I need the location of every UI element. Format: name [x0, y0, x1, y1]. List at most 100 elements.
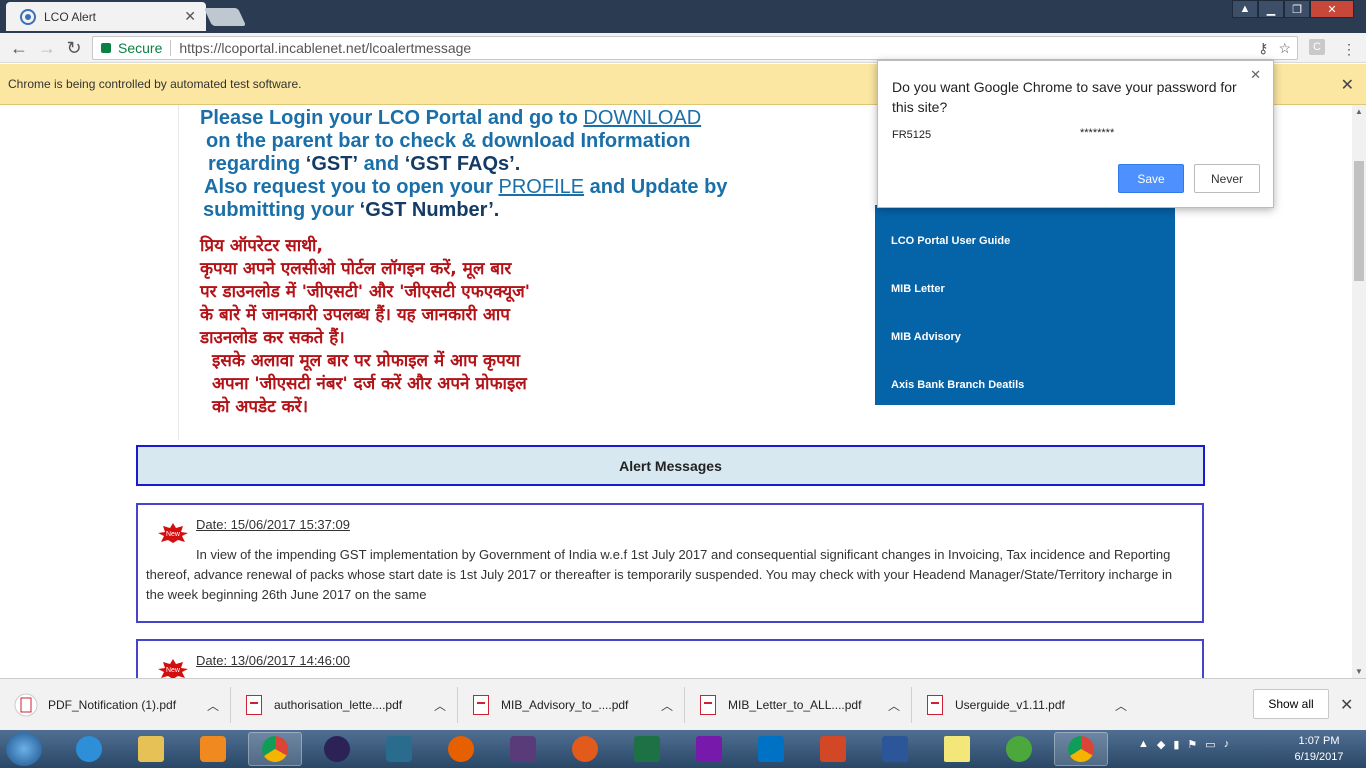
utorrent-icon[interactable] — [992, 732, 1046, 766]
link-axis-bank[interactable]: Axis Bank Branch Deatils — [891, 379, 1024, 391]
menu-icon[interactable]: ⋮ — [1342, 41, 1356, 58]
download-filename: MIB_Letter_to_ALL....pdf — [728, 698, 862, 712]
bookmark-star-icon[interactable]: ☆ — [1278, 40, 1291, 57]
lock-icon — [101, 43, 111, 53]
action-center-icon[interactable]: ⚑ — [1187, 738, 1197, 751]
onenote-icon[interactable] — [682, 732, 736, 766]
pdf-file-icon — [246, 695, 262, 715]
chrome-active-icon[interactable] — [1054, 732, 1108, 766]
banner-text: Also request you to open your — [204, 176, 499, 198]
alert-message: New Date: 13/06/2017 14:46:00 — [136, 639, 1204, 678]
show-hidden-icons-icon[interactable]: ▲ — [1138, 738, 1149, 751]
file-explorer-icon[interactable] — [124, 732, 178, 766]
window-close-button[interactable]: ✕ — [1310, 0, 1354, 18]
omnibox-separator — [170, 40, 172, 56]
tools-icon[interactable] — [558, 732, 612, 766]
forward-icon[interactable]: → — [36, 37, 58, 59]
power-icon[interactable]: ▭ — [1205, 738, 1215, 751]
tab-lco-alert[interactable]: LCO Alert ✕ — [6, 2, 206, 31]
page-scrollbar[interactable]: ▲ ▼ — [1352, 105, 1366, 678]
system-clock[interactable]: 1:07 PM 6/19/2017 — [1286, 733, 1352, 765]
link-mib-advisory[interactable]: MIB Advisory — [891, 331, 961, 343]
dialog-title: Do you want Google Chrome to save your p… — [892, 79, 1237, 115]
volume-icon[interactable]: ♪ — [1224, 738, 1230, 751]
download-filename: Userguide_v1.11.pdf — [955, 698, 1065, 712]
never-save-button[interactable]: Never — [1194, 164, 1260, 193]
hindi-line: के बारे में जानकारी उपलब्ध हैं। यह जानका… — [200, 305, 510, 325]
scroll-thumb[interactable] — [1354, 161, 1364, 281]
scroll-down-icon[interactable]: ▼ — [1355, 667, 1363, 676]
minimize-button[interactable]: ▁ — [1258, 0, 1284, 18]
back-icon[interactable]: ← — [8, 37, 30, 59]
show-all-downloads-button[interactable]: Show all — [1253, 689, 1329, 719]
powerpoint-icon[interactable] — [806, 732, 860, 766]
extension-icon[interactable]: C — [1309, 39, 1325, 55]
network-icon[interactable]: ▮ — [1173, 738, 1179, 751]
chevron-up-icon[interactable]: ︿ — [434, 697, 446, 714]
hindi-line: पर डाउनलोड में 'जीएसटी' और 'जीएसटी एफएक्… — [200, 282, 530, 302]
hindi-line: अपना 'जीएसटी नंबर' दर्ज करें और अपने प्र… — [212, 374, 527, 394]
media-player-icon[interactable] — [186, 732, 240, 766]
quick-links-panel: LCO Portal User Guide MIB Letter MIB Adv… — [875, 205, 1175, 405]
pdf-file-icon — [473, 695, 489, 715]
infobar-close-icon[interactable]: ✕ — [1341, 75, 1354, 95]
svg-text:New: New — [166, 531, 181, 538]
firefox-icon[interactable] — [434, 732, 488, 766]
outlook-icon[interactable] — [744, 732, 798, 766]
link-mib-letter[interactable]: MIB Letter — [891, 283, 945, 295]
clock-time: 1:07 PM — [1298, 735, 1340, 747]
new-badge-icon: New — [158, 659, 188, 678]
excel-icon[interactable] — [620, 732, 674, 766]
chevron-up-icon[interactable]: ︿ — [207, 697, 219, 714]
pdf-file-icon — [927, 695, 943, 715]
user-icon[interactable]: ▲ — [1232, 0, 1258, 18]
download-item[interactable]: Userguide_v1.11.pdf ︿ — [927, 679, 1127, 731]
banner-text: on the parent bar to check & download In… — [206, 130, 691, 152]
svg-text:New: New — [166, 667, 181, 674]
download-item[interactable]: MIB_Letter_to_ALL....pdf ︿ — [700, 679, 900, 731]
hindi-line: इसके अलावा मूल बार पर प्रोफाइल में आप कृ… — [212, 351, 521, 371]
banner-gst-number: ‘GST Number’. — [359, 199, 500, 221]
saved-username: FR5125 — [892, 129, 932, 141]
reload-icon[interactable]: ↻ — [63, 37, 85, 59]
chrome-icon[interactable] — [248, 732, 302, 766]
download-link[interactable]: DOWNLOAD — [583, 107, 701, 129]
download-filename: MIB_Advisory_to_....pdf — [501, 698, 629, 712]
download-item[interactable]: MIB_Advisory_to_....pdf ︿ — [473, 679, 673, 731]
dialog-close-icon[interactable]: ✕ — [1250, 67, 1261, 83]
scroll-up-icon[interactable]: ▲ — [1355, 107, 1363, 116]
start-button[interactable] — [6, 732, 42, 766]
divider — [684, 687, 685, 723]
avast-icon[interactable]: ◆ — [1157, 738, 1165, 751]
mysql-workbench-icon[interactable] — [372, 732, 426, 766]
new-tab-button[interactable] — [203, 8, 247, 26]
key-icon[interactable]: ⚷ — [1258, 40, 1268, 57]
shelf-close-icon[interactable]: ✕ — [1340, 695, 1353, 715]
java-ee-ide-icon[interactable] — [496, 732, 550, 766]
url-text[interactable]: https://lcoportal.incablenet.net/lcoaler… — [179, 40, 471, 56]
save-password-button[interactable]: Save — [1118, 164, 1184, 193]
address-bar[interactable]: Secure https://lcoportal.incablenet.net/… — [92, 36, 1298, 60]
browser-toolbar: ← → ↻ Secure https://lcoportal.incablene… — [0, 33, 1366, 63]
chevron-up-icon[interactable]: ︿ — [888, 697, 900, 714]
site-favicon-icon — [20, 8, 36, 25]
chevron-up-icon[interactable]: ︿ — [1115, 697, 1127, 714]
maximize-button[interactable]: ❐ — [1284, 0, 1310, 18]
system-tray: ▲ ◆ ▮ ⚑ ▭ ♪ — [1138, 738, 1229, 751]
word-icon[interactable] — [868, 732, 922, 766]
eclipse-icon[interactable] — [310, 732, 364, 766]
download-item[interactable]: authorisation_lette....pdf ︿ — [246, 679, 446, 731]
internet-explorer-icon[interactable] — [62, 732, 116, 766]
download-item[interactable]: PDF_Notification (1).pdf ︿ — [14, 679, 219, 731]
sticky-notes-icon[interactable] — [930, 732, 984, 766]
divider — [230, 687, 231, 723]
link-user-guide[interactable]: LCO Portal User Guide — [891, 235, 1010, 247]
banner-text: Please Login your LCO Portal and go to — [200, 107, 584, 129]
saved-password: ******** — [1080, 127, 1115, 139]
banner-gst-faqs: ‘GST FAQs’. — [404, 153, 521, 175]
alert-date: Date: 15/06/2017 15:37:09 — [196, 517, 350, 532]
chevron-up-icon[interactable]: ︿ — [661, 697, 673, 714]
infobar-text: Chrome is being controlled by automated … — [8, 77, 302, 91]
tab-close-icon[interactable]: ✕ — [184, 8, 196, 25]
profile-link[interactable]: PROFILE — [498, 176, 584, 198]
